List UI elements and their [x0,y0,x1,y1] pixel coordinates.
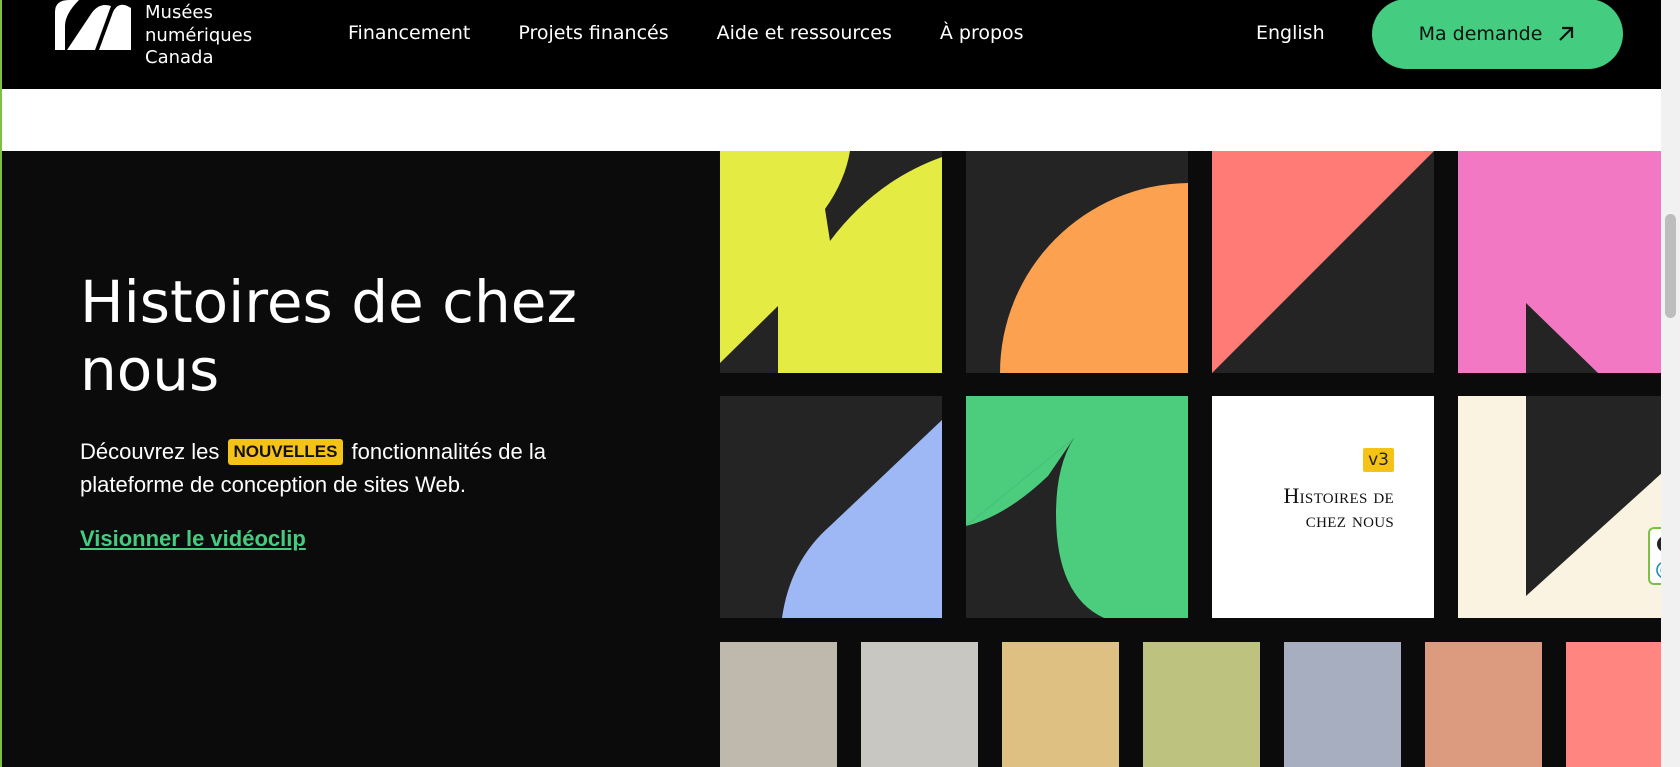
nav-item-aide-ressources[interactable]: Aide et ressources [717,20,892,46]
nav-item-a-propos[interactable]: À propos [940,20,1024,46]
logo-line: numériques [145,24,253,46]
swatch-olive [1143,642,1260,767]
logo-line: Musées [145,2,213,23]
white-band [2,89,1661,151]
swatch-grey [861,642,978,767]
tile-green [966,396,1188,618]
feature-wordmark: Histoires de chez nous [1283,484,1394,532]
logo-text[interactable]: Musées numériques Canada [145,2,252,70]
logo-line: Canada [145,47,214,68]
swatch-taupe [720,642,837,767]
arrow-up-right-icon [1559,26,1574,41]
tile-pink [1458,151,1661,373]
watch-video-link[interactable]: Visionner le vidéoclip [80,526,306,552]
hero-section: Histoires de chez nous Découvrez les NOU… [2,151,1661,767]
tile-orange [966,151,1188,373]
logo-mark-icon[interactable] [55,0,131,50]
wordmark-line: Histoires de [1283,483,1394,508]
swatch-sand [1002,642,1119,767]
swatch-salmon [1566,642,1661,767]
hero-title: Histoires de chez nous [80,268,577,404]
version-badge: v3 [1363,448,1394,472]
language-switch[interactable]: English [1256,20,1325,46]
main-nav: Financement Projets financés Aide et res… [348,20,1072,46]
tile-coral [1212,151,1434,373]
hero-desc-start: Découvrez les [80,439,220,464]
tile-yellow [720,151,942,373]
site-header: Musées numériques Canada Financement Pro… [2,0,1661,89]
histoires-de-chez-nous-tile[interactable]: v3 Histoires de chez nous [1212,396,1434,618]
page-scrollbar[interactable] [1661,0,1680,767]
scrollbar-thumb[interactable] [1665,214,1676,318]
tile-blue [720,396,942,618]
nav-item-financement[interactable]: Financement [348,20,470,46]
swatch-slate [1284,642,1401,767]
my-application-button[interactable]: Ma demande [1372,0,1623,69]
wordmark-line: chez nous [1305,507,1394,532]
nav-item-projets-finances[interactable]: Projets financés [518,20,668,46]
hero-description: Découvrez les NOUVELLES fonctionnalités … [80,435,600,501]
new-badge: NOUVELLES [227,439,344,465]
swatch-terracotta [1425,642,1542,767]
tile-cream [1458,396,1661,618]
cta-label: Ma demande [1418,23,1543,45]
